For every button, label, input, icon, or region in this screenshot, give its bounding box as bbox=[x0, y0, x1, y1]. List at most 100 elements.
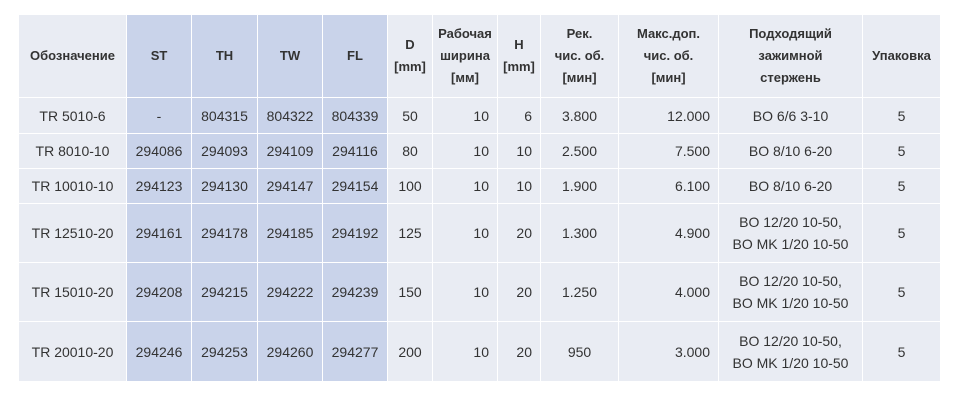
cell-rec-speed: 3.800 bbox=[540, 97, 619, 134]
cell-width: 10 bbox=[432, 262, 498, 322]
cell-h: 20 bbox=[497, 262, 541, 322]
cell-h: 10 bbox=[497, 168, 541, 204]
header-th: TH bbox=[191, 14, 258, 98]
cell-d: 100 bbox=[387, 168, 433, 204]
cell-width: 10 bbox=[432, 203, 498, 263]
cell-d: 200 bbox=[387, 321, 433, 382]
cell-th: 294093 bbox=[191, 133, 258, 169]
header-st: ST bbox=[126, 14, 192, 98]
cell-fl: 294239 bbox=[322, 262, 388, 322]
cell-max-speed: 4.900 bbox=[618, 203, 719, 263]
header-tw: TW bbox=[257, 14, 323, 98]
cell-designation: TR 15010-20 bbox=[18, 262, 127, 322]
cell-designation: TR 5010-6 bbox=[18, 97, 127, 134]
cell-pack: 5 bbox=[862, 97, 941, 134]
header-width: Рабочая ширина [мм] bbox=[432, 14, 498, 98]
header-d: D [mm] bbox=[387, 14, 433, 98]
header-designation: Обозначение bbox=[18, 14, 127, 98]
cell-rec-speed: 2.500 bbox=[540, 133, 619, 169]
cell-pack: 5 bbox=[862, 262, 941, 322]
cell-max-speed: 4.000 bbox=[618, 262, 719, 322]
cell-tw: 294260 bbox=[257, 321, 323, 382]
cell-line: BO MK 1/20 10-50 bbox=[732, 354, 849, 371]
cell-shank: BO 12/20 10-50, BO MK 1/20 10-50 bbox=[718, 203, 863, 263]
table-row: TR 8010-10 294086 294093 294109 294116 80 10 10… bbox=[18, 133, 941, 169]
cell-tw: 294147 bbox=[257, 168, 323, 204]
cell-line: BO 12/20 10-50, bbox=[739, 214, 842, 230]
cell-width: 10 bbox=[432, 133, 498, 169]
cell-h: 20 bbox=[497, 203, 541, 263]
header-fl: FL bbox=[322, 14, 388, 98]
cell-designation: TR 8010-10 bbox=[18, 133, 127, 169]
cell-pack: 5 bbox=[862, 133, 941, 169]
cell-width: 10 bbox=[432, 97, 498, 134]
cell-fl: 294116 bbox=[322, 133, 388, 169]
cell-line: BO 12/20 10-50, bbox=[739, 332, 842, 349]
cell-line: BO 8/10 6-20 bbox=[748, 143, 833, 159]
cell-line: BO MK 1/20 10-50 bbox=[732, 295, 849, 311]
table-row: TR 15010-20 294208 294215 294222 294239 150 10… bbox=[18, 262, 941, 322]
cell-d: 150 bbox=[387, 262, 433, 322]
cell-fl: 294154 bbox=[322, 168, 388, 204]
cell-fl: 804339 bbox=[322, 97, 388, 134]
cell-d: 125 bbox=[387, 203, 433, 263]
cell-th: 294130 bbox=[191, 168, 258, 204]
cell-st: 294208 bbox=[126, 262, 192, 322]
cell-th: 804315 bbox=[191, 97, 258, 134]
cell-th: 294215 bbox=[191, 262, 258, 322]
cell-st: - bbox=[126, 97, 192, 134]
table-row: TR 5010-6-804315 804322 804339 50 10 6 3.800 12… bbox=[18, 97, 941, 134]
cell-rec-speed: 1.900 bbox=[540, 168, 619, 204]
cell-th: 294178 bbox=[191, 203, 258, 263]
cell-st: 294086 bbox=[126, 133, 192, 169]
cell-h: 10 bbox=[497, 133, 541, 169]
cell-st: 294161 bbox=[126, 203, 192, 263]
cell-designation: TR 10010-10 bbox=[18, 168, 127, 204]
cell-rec-speed: 950 bbox=[540, 321, 619, 382]
cell-max-speed: 6.100 bbox=[618, 168, 719, 204]
cell-designation: TR 12510-20 bbox=[18, 203, 127, 263]
header-max-speed: Макс.доп. чис. об. [мин] bbox=[618, 14, 719, 98]
cell-max-speed: 3.000 bbox=[618, 321, 719, 382]
cell-fl: 294277 bbox=[322, 321, 388, 382]
cell-d: 80 bbox=[387, 133, 433, 169]
cell-pack: 5 bbox=[862, 321, 941, 382]
header-h: H [mm] bbox=[497, 14, 541, 98]
cell-st: 294246 bbox=[126, 321, 192, 382]
cell-shank: BO 12/20 10-50, BO MK 1/20 10-50 bbox=[718, 321, 863, 382]
cell-rec-speed: 1.250 bbox=[540, 262, 619, 322]
product-table: Обозначение ST TH TW FL D [mm] Рабочая шир… bbox=[18, 14, 941, 382]
cell-shank: BO 8/10 6-20 bbox=[718, 133, 863, 169]
cell-pack: 5 bbox=[862, 168, 941, 204]
cell-line: BO 8/10 6-20 bbox=[748, 178, 833, 194]
cell-h: 6 bbox=[497, 97, 541, 134]
cell-designation: TR 20010-20 bbox=[18, 321, 127, 382]
header-row: Обозначение ST TH TW FL D [mm] Рабочая шир… bbox=[18, 14, 941, 98]
cell-fl: 294192 bbox=[322, 203, 388, 263]
cell-max-speed: 7.500 bbox=[618, 133, 719, 169]
cell-max-speed: 12.000 bbox=[618, 97, 719, 134]
cell-shank: BO 8/10 6-20 bbox=[718, 168, 863, 204]
cell-h: 20 bbox=[497, 321, 541, 382]
cell-st: 294123 bbox=[126, 168, 192, 204]
table-body: TR 5010-6-804315 804322 804339 50 10 6 3.800 12… bbox=[18, 97, 941, 382]
cell-pack: 5 bbox=[862, 203, 941, 263]
table-row: TR 20010-20 294246 294253 294260 294277 200 10… bbox=[18, 321, 941, 382]
cell-line: BO 12/20 10-50, bbox=[739, 273, 842, 289]
table-row: TR 12510-20 294161 294178 294185 294192 125 10… bbox=[18, 203, 941, 263]
cell-rec-speed: 1.300 bbox=[540, 203, 619, 263]
cell-d: 50 bbox=[387, 97, 433, 134]
cell-width: 10 bbox=[432, 321, 498, 382]
cell-tw: 294222 bbox=[257, 262, 323, 322]
product-table-container: Обозначение ST TH TW FL D [mm] Рабочая шир… bbox=[18, 14, 941, 382]
table-row: TR 10010-10 294123 294130 294147 294154 100 10… bbox=[18, 168, 941, 204]
cell-tw: 294109 bbox=[257, 133, 323, 169]
header-rec-speed: Рек. чис. об. [мин] bbox=[540, 14, 619, 98]
cell-tw: 294185 bbox=[257, 203, 323, 263]
cell-width: 10 bbox=[432, 168, 498, 204]
cell-th: 294253 bbox=[191, 321, 258, 382]
cell-shank: BO 12/20 10-50, BO MK 1/20 10-50 bbox=[718, 262, 863, 322]
cell-line: BO 6/6 3-10 bbox=[752, 107, 829, 124]
cell-line: BO MK 1/20 10-50 bbox=[732, 236, 849, 252]
header-shank: Подходящий зажимной стержень bbox=[718, 14, 863, 98]
